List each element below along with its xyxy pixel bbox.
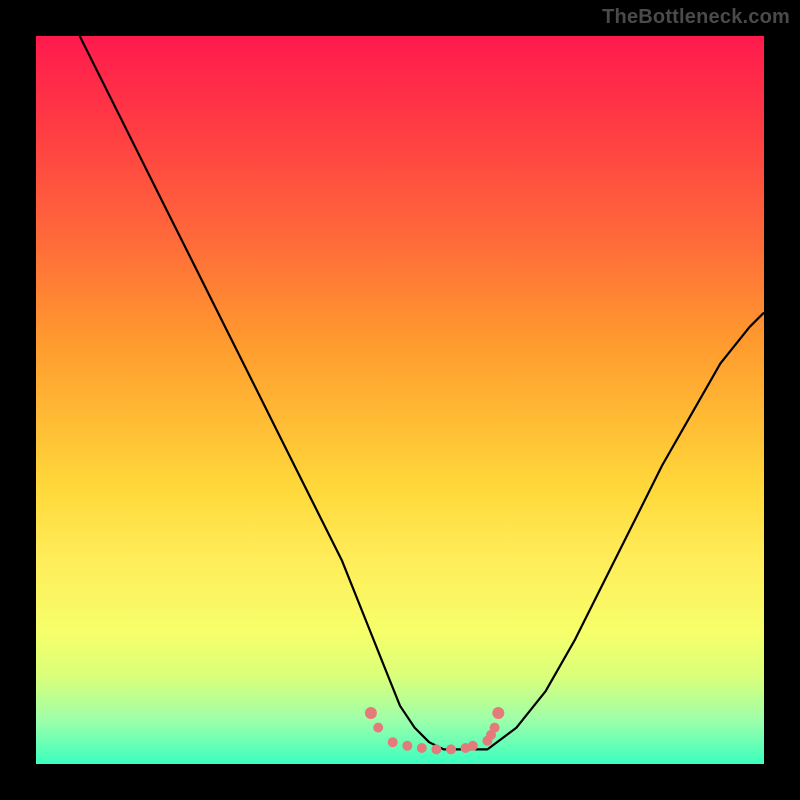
- highlight-dot: [373, 723, 383, 733]
- chart-svg: [36, 36, 764, 764]
- highlight-dot: [365, 707, 377, 719]
- bottleneck-curve: [80, 36, 764, 749]
- highlight-dot: [417, 743, 427, 753]
- highlight-dot: [446, 744, 456, 754]
- highlight-dot: [388, 737, 398, 747]
- highlight-dot: [402, 741, 412, 751]
- highlight-dot: [490, 723, 500, 733]
- highlight-dot: [492, 707, 504, 719]
- highlight-dot: [468, 741, 478, 751]
- watermark-text: TheBottleneck.com: [602, 6, 790, 29]
- bottleneck-highlight-dots: [365, 707, 504, 754]
- highlight-dot: [431, 744, 441, 754]
- chart-plot-area: [36, 36, 764, 764]
- chart-frame: TheBottleneck.com: [0, 0, 800, 800]
